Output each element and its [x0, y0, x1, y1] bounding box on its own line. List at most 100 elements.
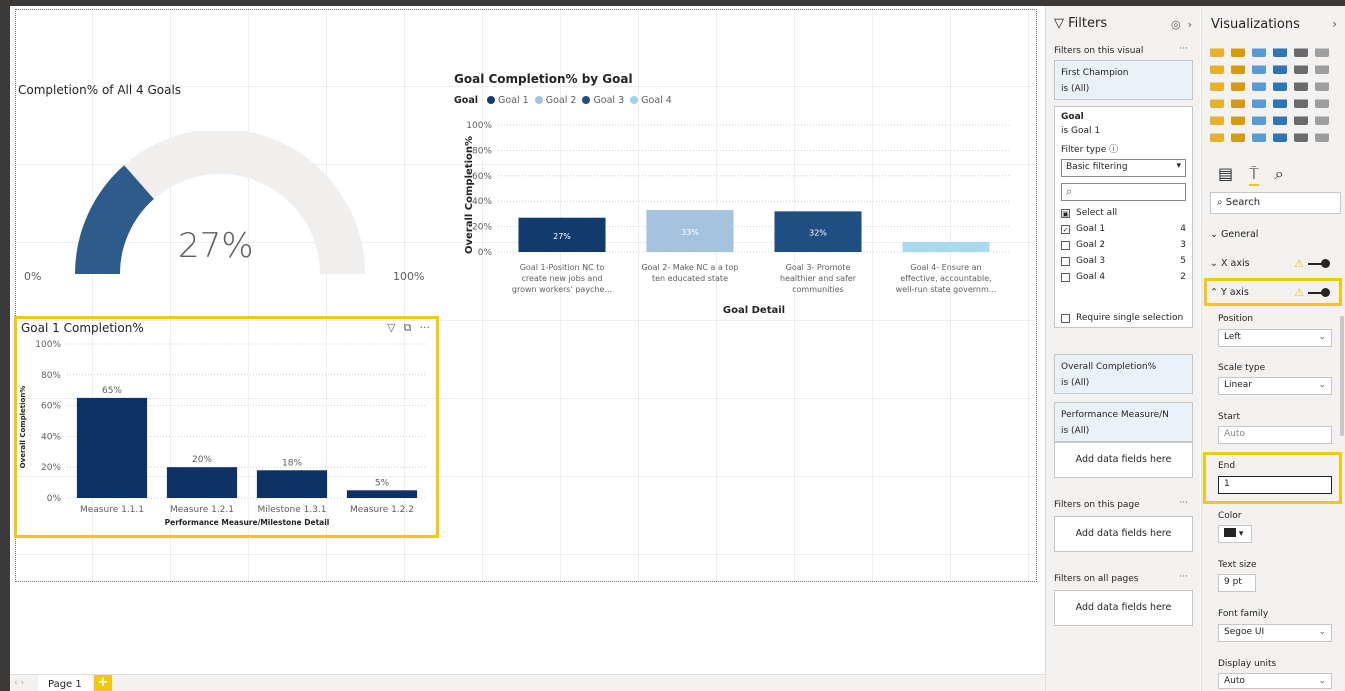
format-paint-roller-icon[interactable]: ⍑	[1249, 164, 1259, 186]
text-size-stepper[interactable]: 9 pt	[1218, 574, 1256, 592]
section-x-axis[interactable]: ⌄ X axis ⚠	[1210, 257, 1330, 270]
legend-item[interactable]: Goal 1	[487, 95, 529, 106]
report-canvas[interactable]: Completion% of All 4 Goals 27% 0% 100% G…	[10, 6, 1045, 674]
legend-item[interactable]: Goal 3	[582, 95, 624, 106]
legend-item[interactable]: Goal 4	[630, 95, 672, 106]
visual-type-icon[interactable]	[1294, 112, 1308, 125]
visual-type-icon[interactable]	[1210, 112, 1224, 125]
add-fields-visual[interactable]: Add data fields here	[1054, 442, 1193, 478]
checkbox[interactable]: ✓	[1061, 224, 1070, 234]
collapse-filters-icon[interactable]: ›	[1188, 18, 1192, 31]
filter-card-first-champion[interactable]: First Champion is (All)	[1054, 60, 1193, 100]
goal1-chart-container[interactable]: Goal 1 Completion% ▽ ⧉ ··· 0% 20% 40% 60% 80…	[14, 316, 439, 538]
visual-type-icon[interactable]	[1294, 61, 1308, 74]
visual-type-icon[interactable]	[1252, 129, 1266, 142]
scale-type-dropdown[interactable]: Linear ⌄	[1218, 377, 1332, 395]
bar[interactable]	[256, 470, 328, 498]
visual-type-icon[interactable]	[1210, 44, 1224, 57]
visual-type-icon[interactable]	[1252, 44, 1266, 57]
x-axis-toggle[interactable]	[1308, 258, 1330, 269]
visual-type-icon[interactable]	[1273, 95, 1287, 108]
add-page-button[interactable]: +	[94, 675, 112, 691]
require-single-selection[interactable]: Require single selection	[1061, 313, 1183, 323]
visual-type-icon[interactable]	[1252, 112, 1266, 125]
visual-type-icon[interactable]	[1273, 129, 1287, 142]
visual-type-icon[interactable]	[1252, 95, 1266, 108]
bar[interactable]	[76, 397, 148, 498]
checkbox[interactable]	[1061, 272, 1070, 282]
add-fields-page[interactable]: Add data fields here	[1054, 516, 1193, 552]
filter-card-performance-measure[interactable]: Performance Measure/N is (All)	[1054, 402, 1193, 442]
visual-type-icon[interactable]	[1252, 61, 1266, 74]
color-picker[interactable]: ▾	[1218, 525, 1252, 543]
visual-type-icon[interactable]	[1210, 61, 1224, 74]
section-y-axis[interactable]: ⌃ Y axis ⚠	[1210, 286, 1330, 299]
start-input[interactable]: Auto	[1218, 426, 1332, 444]
font-family-dropdown[interactable]: Segoe UI ⌄	[1218, 624, 1332, 642]
visual-type-icon[interactable]	[1252, 78, 1266, 91]
filter-list-item[interactable]: Goal 2 3	[1061, 237, 1186, 253]
display-units-dropdown[interactable]: Auto ⌄	[1218, 673, 1332, 689]
filter-card-goal[interactable]: Goal is Goal 1 Filter type ⓘ Basic filte…	[1054, 106, 1193, 328]
more-options-icon[interactable]: ···	[420, 321, 431, 335]
more-options-icon[interactable]: ···	[1179, 572, 1188, 582]
visual-type-icon[interactable]	[1294, 44, 1308, 57]
visual-type-icon[interactable]	[1273, 112, 1287, 125]
goal1-chart-visual[interactable]: 0% 20% 40% 60% 80% 100% 65% Measure 1.1.1 20% Mea…	[17, 337, 436, 535]
visual-type-icon[interactable]	[1315, 129, 1329, 142]
goal-chart-visual[interactable]: 0% 20% 40% 60% 80% 100% 27% Goal 1-Position NC …	[450, 110, 1020, 315]
visual-type-icon[interactable]	[1294, 129, 1308, 142]
bar[interactable]	[902, 241, 990, 252]
tab-page-1[interactable]: Page 1	[38, 675, 92, 691]
bar[interactable]	[166, 467, 238, 498]
filter-search-input[interactable]: ⌕	[1061, 183, 1186, 201]
filter-list-item[interactable]: Goal 4 2	[1061, 269, 1186, 285]
legend-item[interactable]: Goal 2	[534, 95, 576, 106]
collapse-visualizations-icon[interactable]: ›	[1332, 17, 1337, 31]
filter-type-dropdown[interactable]: Basic filtering ▾	[1061, 159, 1186, 177]
visual-type-icon[interactable]	[1315, 95, 1329, 108]
visual-type-icon[interactable]	[1210, 78, 1224, 91]
more-options-icon[interactable]: ···	[1179, 498, 1188, 508]
bar[interactable]	[346, 490, 418, 498]
visual-type-icon[interactable]	[1210, 129, 1224, 142]
tab-scroll-arrows-icon[interactable]: ‹ ›	[14, 678, 24, 688]
visual-type-icon[interactable]	[1231, 44, 1245, 57]
checkbox[interactable]	[1061, 256, 1070, 266]
visual-type-icon[interactable]	[1315, 78, 1329, 91]
visual-type-icon[interactable]	[1210, 95, 1224, 108]
visual-type-icon[interactable]	[1231, 78, 1245, 91]
visual-type-icon[interactable]	[1294, 78, 1308, 91]
position-dropdown[interactable]: Left ⌄	[1218, 329, 1332, 347]
visual-type-icon[interactable]	[1273, 61, 1287, 74]
focus-mode-icon[interactable]: ⧉	[404, 321, 412, 335]
checkbox[interactable]	[1061, 313, 1070, 323]
checkbox[interactable]: ▣	[1061, 208, 1070, 218]
more-options-icon[interactable]: ···	[1179, 44, 1188, 54]
add-fields-all-pages[interactable]: Add data fields here	[1054, 590, 1193, 626]
visual-type-icon[interactable]	[1315, 44, 1329, 57]
visual-type-icon[interactable]	[1315, 61, 1329, 74]
filter-list-item[interactable]: Goal 3 5	[1061, 253, 1186, 269]
visual-type-icon[interactable]	[1231, 95, 1245, 108]
visual-type-icon[interactable]	[1315, 112, 1329, 125]
visual-type-icon[interactable]	[1273, 44, 1287, 57]
eye-icon[interactable]: ◎	[1171, 18, 1181, 31]
visual-type-icon[interactable]	[1231, 129, 1245, 142]
end-input[interactable]: 1	[1218, 476, 1332, 494]
format-search-input[interactable]: ⌕ Search	[1210, 192, 1341, 214]
filter-card-overall-completion[interactable]: Overall Completion% is (All)	[1054, 354, 1193, 394]
filter-list-item[interactable]: ✓ Goal 1 4	[1061, 221, 1186, 237]
checkbox[interactable]	[1061, 240, 1070, 250]
filter-icon[interactable]: ▽	[387, 321, 395, 335]
fields-tab-icon[interactable]: ▤	[1218, 164, 1233, 186]
section-general[interactable]: ⌄ General	[1210, 229, 1330, 240]
visual-type-icon[interactable]	[1231, 112, 1245, 125]
visual-type-icon[interactable]	[1273, 78, 1287, 91]
y-axis-toggle[interactable]	[1308, 287, 1330, 298]
format-pane-scrollbar[interactable]	[1340, 316, 1344, 436]
visual-type-icon[interactable]	[1294, 95, 1308, 108]
filter-list-item[interactable]: ▣ Select all	[1061, 205, 1186, 221]
visual-type-icon[interactable]	[1231, 61, 1245, 74]
analytics-magnifier-icon[interactable]: ⌕	[1275, 164, 1284, 186]
